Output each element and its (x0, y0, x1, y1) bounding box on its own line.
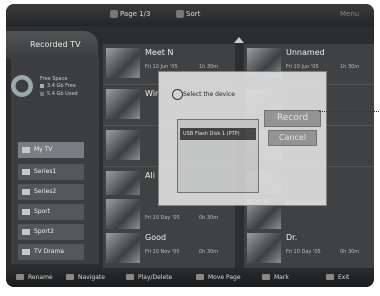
menu-label: Menu (340, 10, 360, 18)
used-space-key (40, 92, 44, 96)
storage-used: 5.4 Gb Used (47, 91, 78, 97)
key-icon (196, 274, 204, 280)
legend-rename: Rename (28, 274, 53, 281)
recording-date: Fri 10 Jun '05 (145, 64, 178, 70)
folder-item[interactable]: Series2 (18, 184, 84, 200)
folder-icon (22, 209, 30, 215)
recording-thumbnail (247, 233, 281, 263)
recording-duration: 0h 30m (199, 215, 219, 221)
folder-icon (22, 229, 30, 235)
device-list-item[interactable]: USB Flash Disk 1 (PTP) (180, 128, 256, 140)
folder-label: Series2 (34, 188, 57, 195)
key-icon (126, 274, 134, 280)
recording-duration: 0h 30m (199, 249, 219, 255)
device-list[interactable]: USB Flash Disk 1 (PTP) (177, 119, 259, 193)
folder-item[interactable]: Sport2 (18, 224, 84, 240)
recording-thumbnail (106, 130, 140, 160)
recording-title: Dr. (286, 233, 298, 242)
recording-date: Fri 10 Day '05 (286, 249, 321, 255)
folder-icon (22, 147, 30, 153)
recording-date: Fri 10 Nov '05 (145, 249, 180, 255)
recording-title: Good (145, 233, 167, 242)
key-icon (66, 274, 74, 280)
record-button[interactable]: Record (264, 110, 321, 127)
folder-label: TV Drama (34, 248, 64, 255)
bottom-legend-bar: Rename Navigate Play/Delete Move Page Ma… (6, 268, 374, 287)
recording-title: Unnamed (286, 48, 325, 57)
callout-leader-line (319, 111, 379, 112)
recording-item[interactable]: Dr. Fri 10 Day '05 0h 30m (244, 229, 374, 270)
folder-label: Sport (34, 208, 51, 215)
recording-duration: 1h 30m (340, 64, 360, 70)
sort-icon (176, 10, 184, 18)
recording-duration: 1h 30m (199, 64, 219, 70)
recording-date: Fri 10 Day '05 (145, 215, 180, 221)
folder-item[interactable]: Sport (18, 204, 84, 220)
recording-title: Wir (145, 89, 159, 98)
storage-free: 3.4 Gb Free (47, 83, 76, 89)
legend-mark: Mark (274, 274, 289, 281)
page-indicator: Page 1/3 (120, 10, 151, 18)
cancel-button[interactable]: Cancel (268, 130, 317, 146)
scroll-up-icon[interactable] (234, 37, 244, 43)
free-space-key (40, 84, 44, 88)
recording-thumbnail (106, 48, 140, 78)
page-title: Recorded TV (30, 40, 81, 49)
storage-label: Free Space (40, 76, 68, 82)
folder-item-my-tv[interactable]: My TV (18, 142, 84, 158)
dialog-title: Select the device (183, 91, 235, 98)
recording-thumbnail (106, 199, 140, 229)
recording-thumbnail (106, 233, 140, 263)
legend-navigate: Navigate (78, 274, 105, 281)
recording-item[interactable]: Good Fri 10 Nov '05 0h 30m (103, 229, 235, 270)
page-title-tab: Recorded TV (6, 31, 98, 59)
key-icon (326, 274, 334, 280)
folder-icon (22, 169, 30, 175)
recording-thumbnail (106, 89, 140, 119)
sort-label: Sort (186, 10, 201, 18)
folder-icon (22, 249, 30, 255)
recording-title: Meet N (145, 48, 174, 57)
info-icon (172, 89, 183, 100)
legend-move-page: Move Page (208, 274, 241, 281)
recording-title: Ali (145, 171, 155, 180)
folder-item[interactable]: TV Drama (18, 244, 84, 260)
recording-date: Fri 10 Jun '05 (286, 64, 319, 70)
folder-label: Series1 (34, 168, 57, 175)
top-bar: Page 1/3 Sort Menu (6, 4, 374, 26)
folder-icon (22, 189, 30, 195)
key-icon (16, 274, 24, 280)
folder-item[interactable]: Series1 (18, 164, 84, 180)
key-icon (262, 274, 270, 280)
select-device-dialog: Select the device USB Flash Disk 1 (PTP)… (158, 71, 327, 206)
legend-exit: Exit (338, 274, 350, 281)
folder-label: My TV (34, 146, 53, 153)
recording-duration: 0h 30m (340, 249, 360, 255)
folder-label: Sport2 (34, 228, 54, 235)
legend-play: Play/Delete (138, 274, 173, 281)
disk-usage-icon (11, 75, 33, 97)
recorded-tv-screen: Page 1/3 Sort Menu Recorded TV Free Spac… (6, 4, 374, 287)
page-icon (110, 10, 118, 18)
